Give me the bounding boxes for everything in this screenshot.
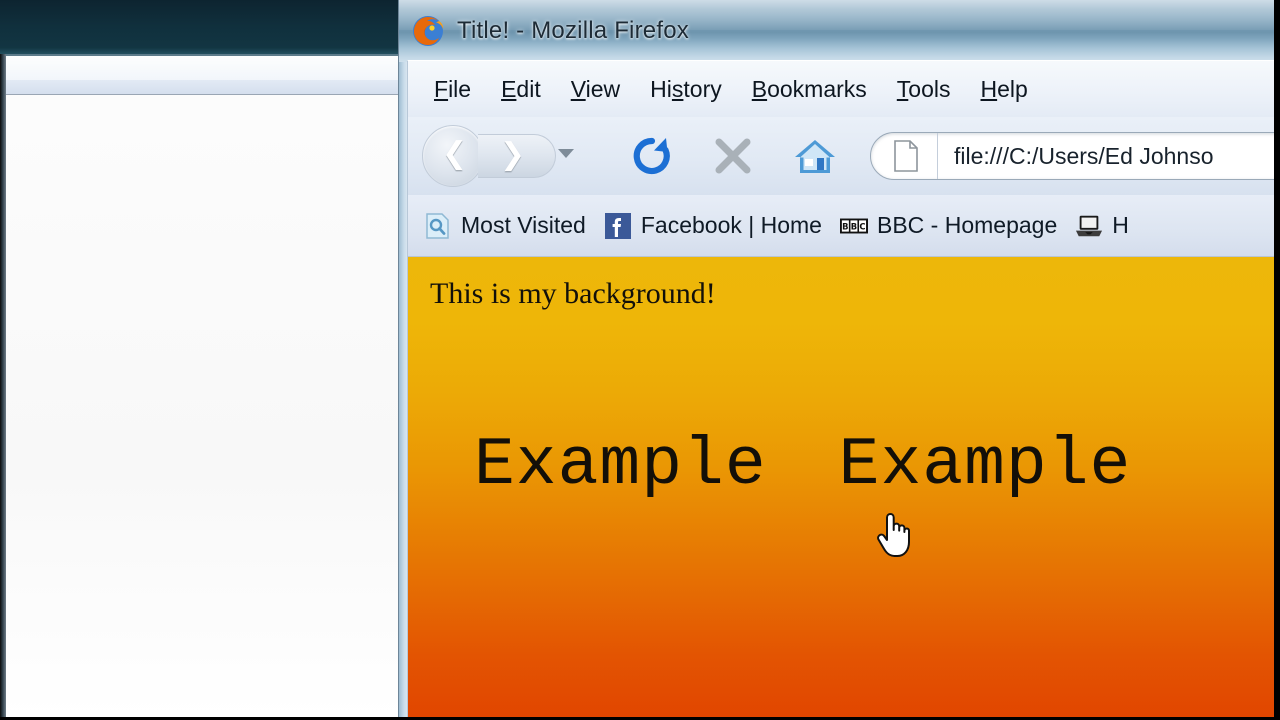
example-word-1: Example xyxy=(474,427,767,504)
bookmark-facebook[interactable]: Facebook | Home xyxy=(604,212,822,240)
menubar: File Edit View History Bookmarks Tools H… xyxy=(408,61,1280,117)
right-screen-edge xyxy=(1274,0,1280,720)
facebook-icon xyxy=(604,212,631,239)
bookmark-label: BBC - Homepage xyxy=(876,212,1058,238)
chevron-down-icon[interactable] xyxy=(558,149,574,158)
bookmark-bbc[interactable]: B B C BBC - Homepage xyxy=(839,212,1058,240)
pointer-hand-cursor xyxy=(877,513,910,557)
bookmark-laptop[interactable]: H xyxy=(1075,212,1129,240)
forward-button[interactable]: ❯ xyxy=(478,134,556,178)
chevron-left-icon: ❮ xyxy=(442,136,468,171)
url-bar-separator xyxy=(937,133,938,179)
menu-item-history[interactable]: History xyxy=(650,77,722,101)
bookmarks-toolbar: Most Visited Facebook | Home B B C BBC -… xyxy=(408,195,1280,257)
home-button[interactable] xyxy=(792,134,838,178)
navigation-toolbar: ❮ ❯ file:///C:/Users/Ed Johnso xyxy=(408,117,1280,195)
page-content: This is my background! Example Example xyxy=(408,257,1280,720)
bookmark-most-visited[interactable]: Most Visited xyxy=(424,212,586,240)
menu-item-tools[interactable]: Tools xyxy=(897,77,951,101)
titlebar[interactable]: Title! - Mozilla Firefox xyxy=(399,0,1280,62)
background-window-toolbar-band xyxy=(6,56,400,80)
menu-item-bookmarks[interactable]: Bookmarks xyxy=(752,77,867,101)
url-input[interactable]: file:///C:/Users/Ed Johnso xyxy=(954,143,1280,170)
bbc-icon: B B C xyxy=(839,218,868,233)
menu-item-edit[interactable]: Edit xyxy=(501,77,541,101)
screen: Title! - Mozilla Firefox File Edit View … xyxy=(0,0,1280,720)
svg-text:B: B xyxy=(851,221,857,231)
navigation-buttons-group: ❮ ❯ xyxy=(418,125,596,187)
example-row: Example Example xyxy=(474,427,1203,504)
menu-item-file[interactable]: File xyxy=(434,77,471,101)
svg-text:B: B xyxy=(842,221,848,231)
laptop-icon xyxy=(1076,215,1103,236)
bookmark-label: Most Visited xyxy=(461,212,586,238)
url-bar-container: file:///C:/Users/Ed Johnso xyxy=(870,132,1280,180)
background-heading-text: This is my background! xyxy=(430,277,716,310)
firefox-window[interactable]: Title! - Mozilla Firefox File Edit View … xyxy=(398,0,1280,720)
background-window-left-edge xyxy=(0,54,6,720)
page-document-icon xyxy=(894,140,918,172)
menu-item-view[interactable]: View xyxy=(571,77,620,101)
firefox-logo-icon xyxy=(413,16,444,46)
background-window[interactable] xyxy=(0,0,400,720)
bookmark-label: Facebook | Home xyxy=(640,212,822,238)
back-button[interactable]: ❮ xyxy=(422,125,484,187)
menu-item-help[interactable]: Help xyxy=(981,77,1028,101)
most-visited-icon xyxy=(426,212,449,239)
reload-button[interactable] xyxy=(630,134,674,178)
browser-chrome: File Edit View History Bookmarks Tools H… xyxy=(407,60,1280,720)
background-window-secondary-band xyxy=(6,80,400,95)
background-window-titlebar xyxy=(0,0,400,56)
bookmark-label: H xyxy=(1112,212,1129,238)
background-window-body xyxy=(6,95,400,720)
stop-button[interactable] xyxy=(712,135,754,177)
window-title: Title! - Mozilla Firefox xyxy=(457,17,689,44)
example-word-2: Example xyxy=(838,427,1132,504)
url-bar[interactable]: file:///C:/Users/Ed Johnso xyxy=(870,132,1280,180)
chevron-right-icon: ❯ xyxy=(500,137,526,172)
svg-text:C: C xyxy=(859,221,865,231)
